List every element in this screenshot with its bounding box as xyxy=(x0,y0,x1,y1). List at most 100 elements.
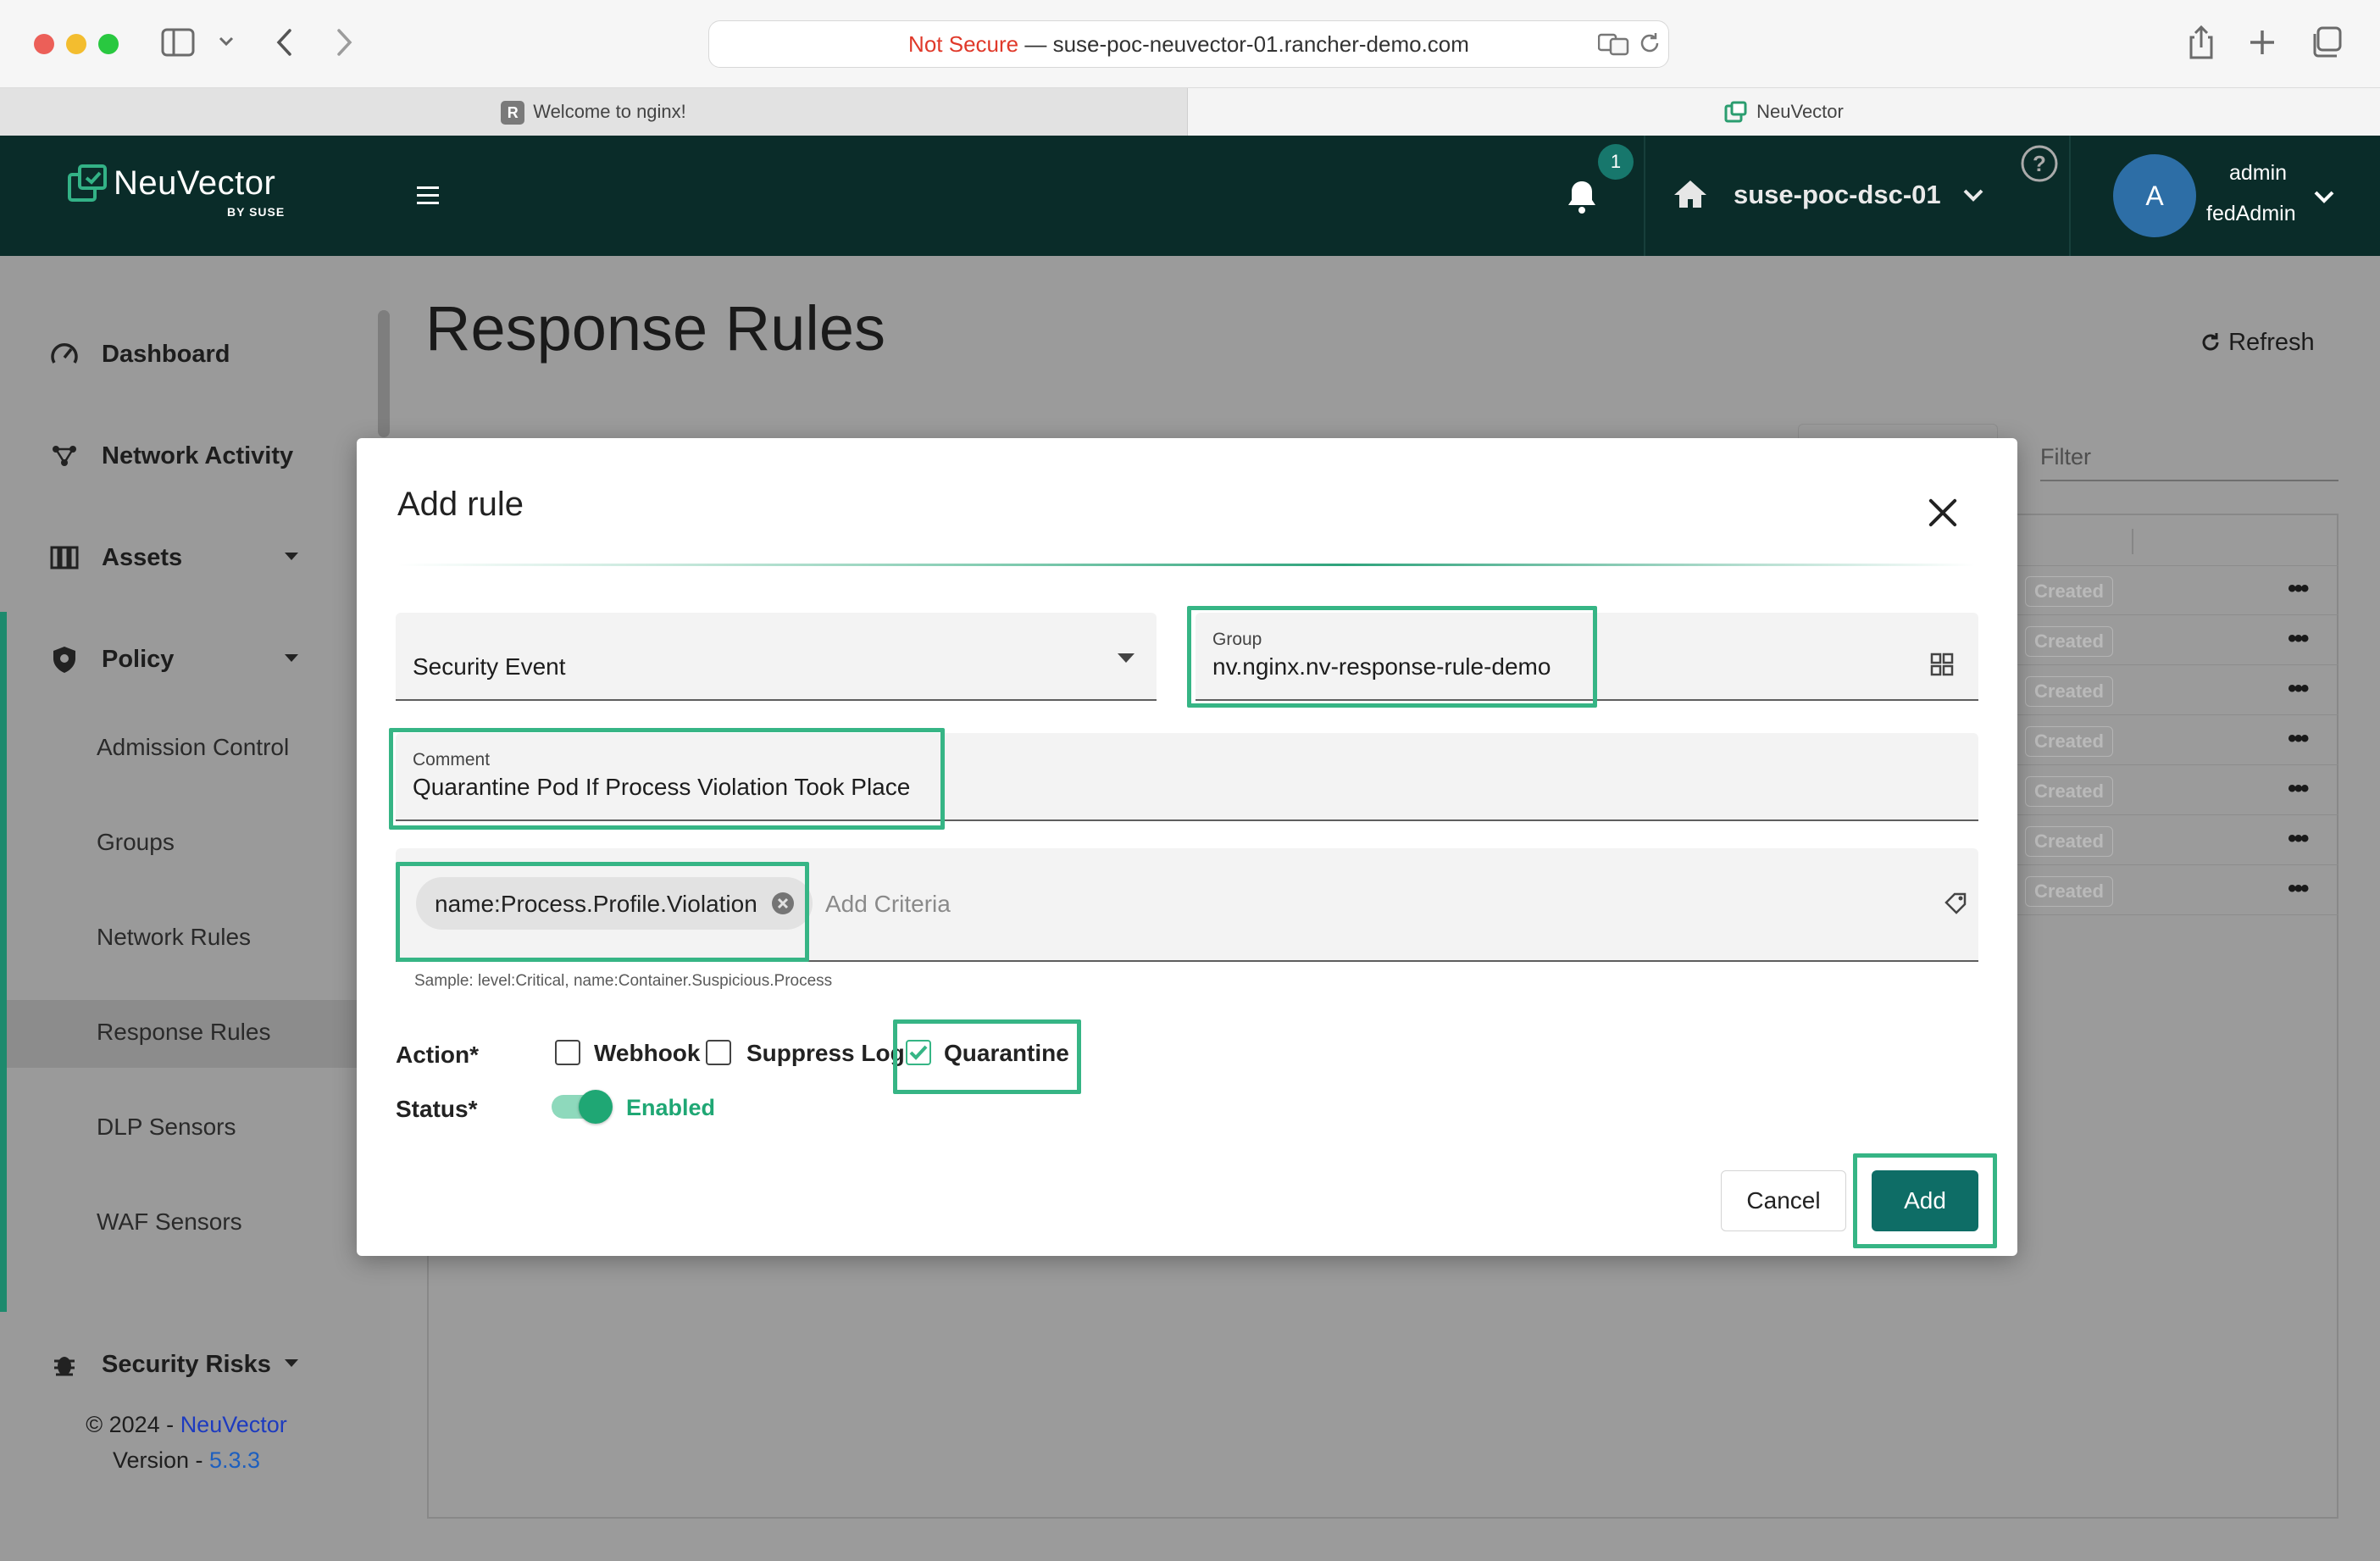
sidebar-toggle-icon[interactable] xyxy=(161,27,195,64)
tab-label: Welcome to nginx! xyxy=(533,101,686,122)
suppress-log-checkbox[interactable] xyxy=(706,1040,731,1065)
sidebar-item-label: Security Risks xyxy=(102,1351,271,1378)
criteria-sample-hint: Sample: level:Critical, name:Container.S… xyxy=(414,972,833,990)
row-actions-icon[interactable]: ••• xyxy=(2288,575,2309,603)
criteria-highlight-box xyxy=(396,862,809,962)
add-criteria-input[interactable]: Add Criteria xyxy=(825,891,951,918)
network-activity-icon xyxy=(49,441,80,471)
sidebar-sub-waf-sensors[interactable]: WAF Sensors xyxy=(0,1175,373,1269)
webhook-label[interactable]: Webhook xyxy=(594,1040,700,1067)
notification-bell-icon[interactable] xyxy=(1566,178,1598,219)
header-divider xyxy=(1644,136,1645,256)
neuvector-link[interactable]: NeuVector xyxy=(180,1412,287,1437)
sidebar-item-network-activity[interactable]: Network Activity xyxy=(0,410,373,505)
cluster-selector[interactable]: suse-poc-dsc-01 xyxy=(1734,180,1941,210)
status-badge: Created xyxy=(2025,676,2113,707)
status-badge: Created xyxy=(2025,626,2113,657)
maximize-window-button[interactable] xyxy=(98,34,119,54)
group-picker-icon[interactable] xyxy=(1929,652,1955,681)
header-divider xyxy=(2069,136,2071,256)
suppress-log-label[interactable]: Suppress Log xyxy=(746,1040,905,1067)
comment-highlight-box xyxy=(389,728,945,830)
sidebar-footer: © 2024 - NeuVector Version - 5.3.3 xyxy=(0,1407,373,1478)
help-icon[interactable]: ? xyxy=(2020,144,2059,187)
svg-text:?: ? xyxy=(2033,151,2046,176)
tab-neuvector[interactable]: NeuVector xyxy=(1188,88,2380,136)
chevron-down-icon[interactable] xyxy=(2313,188,2335,209)
sidebar: Dashboard Network Activity Assets Policy… xyxy=(0,256,390,1561)
event-type-select[interactable]: Security Event xyxy=(396,613,1157,701)
column-divider xyxy=(2132,529,2133,554)
status-toggle-knob[interactable] xyxy=(579,1090,613,1124)
row-actions-icon[interactable]: ••• xyxy=(2288,775,2309,803)
tab-overview-icon[interactable] xyxy=(2310,25,2344,64)
sidebar-item-assets[interactable]: Assets xyxy=(0,512,373,607)
notification-count-badge: 1 xyxy=(1598,144,1634,180)
sidebar-sub-groups[interactable]: Groups xyxy=(0,795,373,890)
table-row: Created ••• xyxy=(2015,716,2338,765)
sidebar-item-label: Dashboard xyxy=(102,341,230,368)
dialog-divider xyxy=(397,564,1975,566)
group-highlight-box xyxy=(1187,606,1597,708)
status-badge: Created xyxy=(2025,876,2113,907)
minimize-window-button[interactable] xyxy=(66,34,86,54)
hamburger-menu-icon[interactable] xyxy=(417,185,441,211)
url-bar[interactable]: Not Secure — suse-poc-neuvector-01.ranch… xyxy=(708,20,1669,68)
refresh-icon xyxy=(2202,333,2219,351)
refresh-button[interactable]: Refresh xyxy=(2200,329,2315,357)
sidebar-sub-network-rules[interactable]: Network Rules xyxy=(0,890,373,985)
logo-subtext: BY SUSE xyxy=(227,205,286,219)
dashboard-gauge-icon xyxy=(49,339,80,369)
chevron-down-icon[interactable] xyxy=(217,32,236,55)
sidebar-sub-label: Admission Control xyxy=(97,734,290,760)
sidebar-sub-dlp-sensors[interactable]: DLP Sensors xyxy=(0,1080,373,1175)
close-window-button[interactable] xyxy=(34,34,54,54)
rancher-favicon-icon: R xyxy=(501,101,525,125)
copyright-text: © 2024 - xyxy=(86,1412,180,1437)
cancel-button[interactable]: Cancel xyxy=(1721,1170,1846,1231)
version-label: Version - xyxy=(112,1447,209,1473)
translate-icon[interactable] xyxy=(1597,32,1630,60)
webhook-checkbox[interactable] xyxy=(555,1040,580,1065)
url-separator: — xyxy=(1024,31,1047,57)
sidebar-sub-response-rules[interactable]: Response Rules xyxy=(0,985,373,1080)
table-row: Created ••• xyxy=(2015,566,2338,615)
share-icon[interactable] xyxy=(2184,24,2218,65)
sidebar-item-dashboard[interactable]: Dashboard xyxy=(0,308,373,403)
new-tab-icon[interactable] xyxy=(2247,27,2277,62)
row-actions-icon[interactable]: ••• xyxy=(2288,625,2309,653)
filter-input[interactable]: Filter xyxy=(2040,429,2338,481)
add-highlight-box xyxy=(1853,1153,1997,1248)
forward-icon[interactable] xyxy=(332,27,358,62)
sidebar-item-security-risks[interactable]: Security Risks xyxy=(0,1319,373,1414)
tab-welcome-nginx[interactable]: R Welcome to nginx! xyxy=(0,88,1188,136)
home-icon xyxy=(1673,178,1708,214)
sidebar-scrollbar[interactable] xyxy=(378,310,390,437)
chevron-down-icon[interactable] xyxy=(1962,186,1984,208)
status-badge: Created xyxy=(2025,576,2113,607)
sidebar-item-policy[interactable]: Policy xyxy=(0,614,373,708)
quarantine-highlight-box xyxy=(893,1019,1081,1094)
back-icon[interactable] xyxy=(273,27,298,62)
table-row: Created ••• xyxy=(2015,816,2338,865)
close-icon[interactable] xyxy=(1924,494,1961,531)
url-host: suse-poc-neuvector-01.rancher-demo.com xyxy=(1052,31,1469,57)
row-actions-icon[interactable]: ••• xyxy=(2288,875,2309,903)
logo-text: NeuVector xyxy=(114,164,276,202)
user-name: admin xyxy=(2228,161,2288,185)
bug-icon xyxy=(49,1349,80,1380)
table-row: Created ••• xyxy=(2015,616,2338,665)
sidebar-sub-admission-control[interactable]: Admission Control xyxy=(0,700,373,795)
refresh-label: Refresh xyxy=(2228,329,2315,356)
event-type-value: Security Event xyxy=(413,653,566,680)
row-actions-icon[interactable]: ••• xyxy=(2288,675,2309,703)
row-actions-icon[interactable]: ••• xyxy=(2288,725,2309,753)
table-header xyxy=(2015,519,2338,566)
user-role: fedAdmin xyxy=(2206,202,2296,225)
sidebar-sub-label: DLP Sensors xyxy=(97,1114,236,1140)
row-actions-icon[interactable]: ••• xyxy=(2288,825,2309,853)
add-rule-dialog: Add rule Security Event Group nv.nginx.n… xyxy=(357,438,2017,1256)
tag-icon[interactable] xyxy=(1943,891,1968,920)
avatar[interactable]: A xyxy=(2113,154,2196,237)
reload-icon[interactable] xyxy=(1637,31,1662,60)
